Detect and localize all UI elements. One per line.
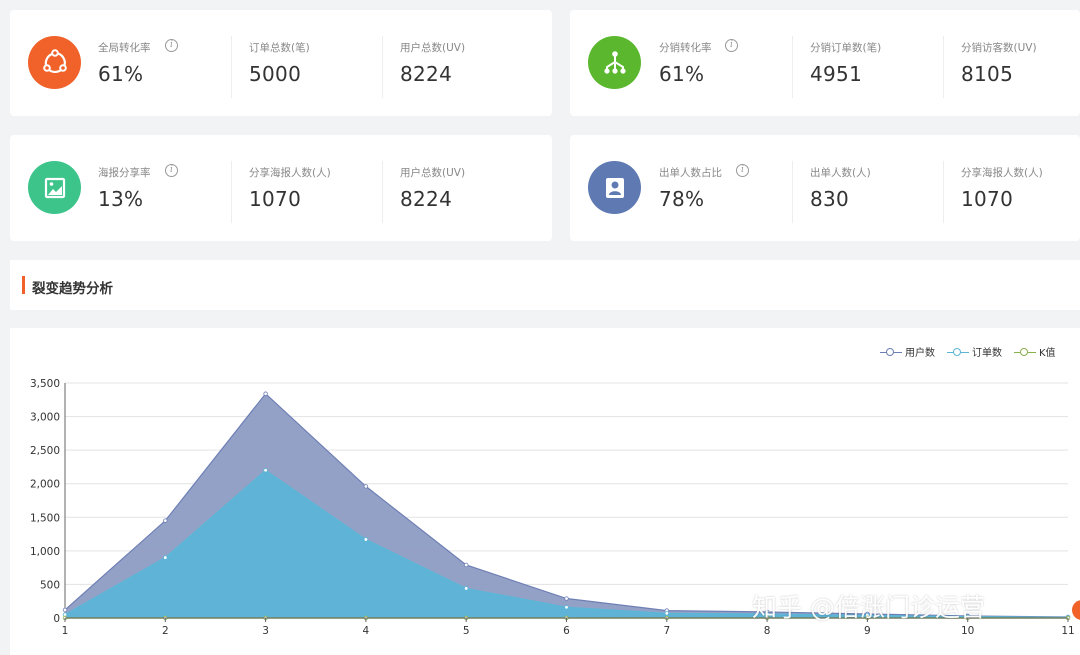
stat-card-distribution: 分销转化率 61% i 分销订单数(笔) 4951 分销访客数(UV) 8105 <box>570 10 1080 116</box>
divider <box>792 161 793 223</box>
legend-item-k[interactable]: K值 <box>1014 344 1056 359</box>
stat-label: 出单人数(人) <box>810 167 871 179</box>
stat-value: 8105 <box>961 62 1014 86</box>
stat-label: 用户总数(UV) <box>400 167 466 179</box>
section-accent-bar <box>22 276 25 294</box>
divider <box>943 161 944 223</box>
stat-value: 8224 <box>400 187 453 211</box>
legend-label: 订单数 <box>972 348 1002 359</box>
x-tick-label: 4 <box>363 625 370 637</box>
stat-value: 8224 <box>400 62 453 86</box>
stat-value: 61% <box>98 62 144 86</box>
info-icon[interactable]: i <box>165 164 178 177</box>
x-tick-label: 10 <box>961 625 974 637</box>
x-tick-label: 2 <box>162 625 169 637</box>
y-tick-label: 1,500 <box>30 512 60 524</box>
y-tick-label: 3,000 <box>30 412 60 424</box>
legend-item-users[interactable]: 用户数 <box>880 344 935 359</box>
y-tick-label: 2,000 <box>30 479 60 491</box>
stat-label: 出单人数占比 <box>659 167 722 179</box>
stat-value: 1070 <box>249 187 302 211</box>
stat-label: 分销访客数(UV) <box>961 42 1037 54</box>
stat-card-orders-people: 出单人数占比 78% i 出单人数(人) 830 分享海报人数(人) 1070 <box>570 135 1080 241</box>
stat-value: 5000 <box>249 62 302 86</box>
section-header: 裂变趋势分析 <box>10 260 1080 310</box>
x-tick-label: 3 <box>262 625 269 637</box>
stat-label: 分享海报人数(人) <box>249 167 331 179</box>
data-point <box>263 468 268 473</box>
info-icon[interactable]: i <box>725 39 738 52</box>
legend-swatch <box>880 347 902 357</box>
data-point <box>564 596 569 601</box>
distribution-icon <box>588 36 641 89</box>
y-tick-label: 500 <box>40 579 60 591</box>
stat-card-global: 全局转化率 61% i 订单总数(笔) 5000 用户总数(UV) 8224 <box>10 10 552 116</box>
divider <box>231 161 232 223</box>
stat-value: 13% <box>98 187 144 211</box>
stat-value: 830 <box>810 187 850 211</box>
stat-label: 订单总数(笔) <box>249 42 310 54</box>
share-icon <box>28 36 81 89</box>
info-icon[interactable]: i <box>165 39 178 52</box>
stat-label: 全局转化率 <box>98 42 151 54</box>
user-icon <box>588 161 641 214</box>
data-point <box>664 611 669 616</box>
poster-icon <box>28 161 81 214</box>
y-tick-label: 0 <box>53 613 60 625</box>
x-tick-label: 1 <box>62 625 69 637</box>
y-tick-label: 2,500 <box>30 445 60 457</box>
data-point <box>564 605 569 610</box>
watermark: 知乎 @倍涨门诊运营 <box>752 593 985 622</box>
data-point <box>464 586 469 591</box>
legend-item-orders[interactable]: 订单数 <box>947 344 1002 359</box>
stat-label: 分享海报人数(人) <box>961 167 1043 179</box>
chart-legend: 用户数 订单数 K值 <box>880 344 1056 359</box>
stat-value: 4951 <box>810 62 863 86</box>
x-tick-label: 8 <box>764 625 771 637</box>
x-tick-label: 11 <box>1061 625 1074 637</box>
x-tick-label: 6 <box>563 625 570 637</box>
x-tick-label: 9 <box>864 625 871 637</box>
data-point <box>263 391 268 396</box>
x-tick-label: 7 <box>663 625 670 637</box>
divider <box>231 36 232 98</box>
data-point <box>363 537 369 542</box>
y-tick-label: 3,500 <box>30 378 60 390</box>
legend-label: 用户数 <box>905 348 935 359</box>
data-point <box>163 555 168 560</box>
data-point <box>163 518 168 523</box>
legend-swatch <box>947 347 969 357</box>
stat-value: 78% <box>659 187 705 211</box>
stat-label: 用户总数(UV) <box>400 42 466 54</box>
legend-label: K值 <box>1039 348 1056 359</box>
section-title: 裂变趋势分析 <box>32 281 113 297</box>
divider <box>792 36 793 98</box>
info-icon[interactable]: i <box>736 164 749 177</box>
stat-card-poster: 海报分享率 13% i 分享海报人数(人) 1070 用户总数(UV) 8224 <box>10 135 552 241</box>
y-tick-label: 1,000 <box>30 546 60 558</box>
data-point <box>62 607 68 613</box>
stat-value: 61% <box>659 62 705 86</box>
stat-label: 分销转化率 <box>659 42 712 54</box>
legend-swatch <box>1014 347 1036 357</box>
stat-value: 1070 <box>961 187 1014 211</box>
divider <box>943 36 944 98</box>
x-tick-label: 5 <box>463 625 470 637</box>
stat-label: 分销订单数(笔) <box>810 42 882 54</box>
stat-label: 海报分享率 <box>98 167 151 179</box>
divider <box>382 36 383 98</box>
data-point <box>363 484 369 489</box>
divider <box>382 161 383 223</box>
data-point <box>464 562 469 568</box>
